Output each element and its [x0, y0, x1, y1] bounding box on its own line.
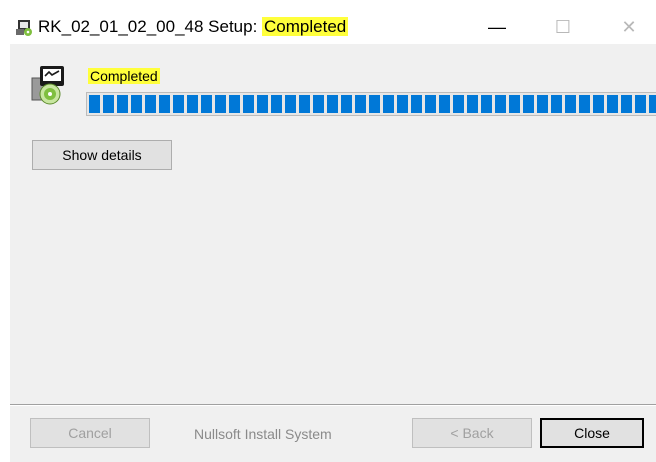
branding-text: Nullsoft Install System: [194, 426, 332, 442]
close-button[interactable]: Close: [540, 418, 644, 448]
close-icon: ✕: [621, 16, 637, 37]
installer-disc-icon: [31, 66, 64, 105]
installer-app-icon: [16, 20, 32, 36]
back-button: < Back: [412, 418, 532, 448]
window-title-prefix: RK_02_01_02_00_48 Setup:: [38, 17, 263, 36]
title-bar: RK_02_01_02_00_48 Setup: Completed — ☐ ✕: [0, 0, 656, 44]
installer-body: Completed Show details: [10, 44, 656, 418]
maximize-button: ☐: [540, 12, 586, 42]
close-window-button: ✕: [606, 12, 652, 42]
maximize-icon: ☐: [554, 16, 572, 37]
status-text: Completed: [88, 68, 160, 84]
minimize-button[interactable]: —: [474, 12, 520, 42]
minimize-icon: —: [488, 16, 506, 37]
show-details-button[interactable]: Show details: [32, 140, 172, 170]
window-title: RK_02_01_02_00_48 Setup: Completed: [38, 15, 349, 39]
window-title-status: Completed: [262, 17, 349, 36]
progress-bar: [86, 92, 656, 116]
status-label: Completed: [88, 66, 160, 86]
cancel-button: Cancel: [30, 418, 150, 448]
progress-fill: [89, 95, 656, 113]
button-bar: Cancel Nullsoft Install System < Back Cl…: [10, 406, 656, 462]
